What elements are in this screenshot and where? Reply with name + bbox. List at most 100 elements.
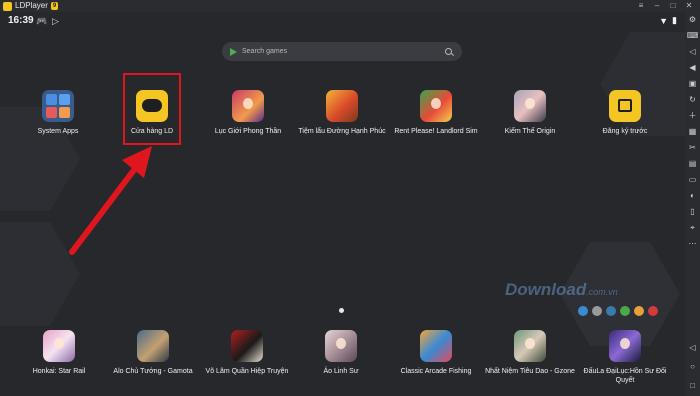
recents-icon[interactable]: □ bbox=[685, 380, 700, 392]
app-ao-linh-su[interactable]: Ảo Linh Sư bbox=[296, 330, 386, 376]
title-bar: LDPlayer 9 ≡ – □ ✕ bbox=[0, 0, 700, 12]
app-label: Nhất Niệm Tiêu Dao - Gzone bbox=[485, 368, 575, 375]
emulator-toolbar: ⚙ ⌨ ◁ ◀ ▣ ↻ ＋ ▦ ✂ ▤ ▭ ◐ ▯ ⌖ ⋯ ◁ ○ □ bbox=[685, 12, 700, 396]
game-icon bbox=[325, 330, 357, 362]
window-controls: ≡ – □ ✕ bbox=[636, 0, 694, 12]
maximize-icon[interactable]: □ bbox=[668, 0, 678, 12]
clock: 16:39 bbox=[8, 15, 34, 26]
watermark-dot bbox=[620, 306, 630, 316]
screen-icon[interactable]: ▣ bbox=[685, 78, 700, 90]
page-indicator bbox=[339, 308, 344, 313]
system-apps-icon bbox=[42, 90, 74, 122]
play-store-icon bbox=[230, 47, 237, 56]
wifi-icon: ▼ bbox=[659, 15, 669, 26]
app-nhat-niem-tieu-dao[interactable]: Nhất Niệm Tiêu Dao - Gzone bbox=[485, 330, 575, 376]
close-icon[interactable]: ✕ bbox=[684, 0, 694, 12]
game-icon bbox=[326, 90, 358, 122]
game-icon bbox=[231, 330, 263, 362]
game-art bbox=[336, 338, 346, 349]
operation-icon[interactable]: ◐ bbox=[685, 190, 700, 202]
back-icon[interactable]: ◁ bbox=[685, 342, 700, 354]
game-icon bbox=[137, 330, 169, 362]
battery-icon: ▮ bbox=[672, 15, 677, 25]
sync-icon[interactable]: ▭ bbox=[685, 174, 700, 186]
scissors-icon[interactable]: ✂ bbox=[685, 142, 700, 154]
window-title: LDPlayer bbox=[15, 1, 48, 10]
game-icon bbox=[420, 90, 452, 122]
volume-up-icon[interactable]: ◁ bbox=[685, 46, 700, 58]
watermark-dots bbox=[578, 306, 658, 316]
game-art bbox=[243, 98, 253, 109]
game-art bbox=[54, 338, 64, 349]
gamepad-icon: 🎮 bbox=[36, 16, 48, 26]
game-icon bbox=[43, 330, 75, 362]
app-label: Alo Chủ Tướng - Gamota bbox=[113, 368, 193, 375]
app-label: Ảo Linh Sư bbox=[323, 368, 359, 375]
app-dau-la-dai-luc[interactable]: ĐấuLa ĐạiLục:Hồn Sư Đối Quyết bbox=[580, 330, 670, 385]
watermark-suffix: .com.vn bbox=[586, 287, 618, 297]
calendar-body bbox=[618, 99, 632, 112]
game-icon bbox=[609, 330, 641, 362]
app-classic-arcade-fishing[interactable]: Classic Arcade Fishing bbox=[391, 330, 481, 376]
game-art bbox=[431, 98, 441, 109]
calendar-icon bbox=[609, 90, 641, 122]
app-vo-lam-quan-hiep[interactable]: Võ Lâm Quần Hiệp Truyện bbox=[202, 330, 292, 376]
settings-icon[interactable]: ⚙ bbox=[685, 14, 700, 26]
game-art bbox=[620, 338, 630, 349]
app-label: System Apps bbox=[37, 128, 79, 135]
more-icon[interactable]: ⋯ bbox=[685, 238, 700, 250]
version-badge: 9 bbox=[50, 2, 59, 10]
app-tiem-lau[interactable]: Tiệm lẩu Đường Hạnh Phúc bbox=[297, 90, 387, 136]
app-label: Đăng ký trước bbox=[602, 128, 648, 135]
play-store-icon: ▷ bbox=[52, 16, 59, 26]
app-honkai-star-rail[interactable]: Honkai: Star Rail bbox=[14, 330, 104, 376]
game-icon bbox=[514, 330, 546, 362]
app-label: Võ Lâm Quần Hiệp Truyện bbox=[205, 368, 289, 375]
keyboard-icon[interactable]: ⌨ bbox=[685, 30, 700, 42]
app-rent-please[interactable]: Rent Please! Landlord Sim bbox=[391, 90, 481, 136]
app-kiem-the-origin[interactable]: Kiếm Thế Origin bbox=[485, 90, 575, 136]
rotate-icon[interactable]: ↻ bbox=[685, 94, 700, 106]
app-alo-chu-tuong[interactable]: Alo Chủ Tướng - Gamota bbox=[108, 330, 198, 376]
app-label: Lục Giới Phong Thần bbox=[214, 128, 282, 135]
watermark-text: Download bbox=[505, 280, 587, 299]
app-label: ĐấuLa ĐạiLục:Hồn Sư Đối Quyết bbox=[583, 368, 667, 384]
search-bar[interactable]: Search games bbox=[222, 42, 462, 61]
watermark: Download.com.vn bbox=[505, 280, 618, 300]
app-label: Honkai: Star Rail bbox=[32, 368, 86, 375]
app-pre-register[interactable]: Đăng ký trước bbox=[580, 90, 670, 136]
menu-icon[interactable]: ≡ bbox=[636, 0, 646, 12]
minimize-icon[interactable]: – bbox=[652, 0, 662, 12]
app-label: Kiếm Thế Origin bbox=[504, 128, 556, 135]
ldplayer-logo-icon bbox=[3, 1, 12, 11]
watermark-dot bbox=[606, 306, 616, 316]
search-placeholder: Search games bbox=[242, 48, 288, 55]
game-icon bbox=[514, 90, 546, 122]
search-icon[interactable] bbox=[445, 48, 452, 55]
app-label: Tiệm lẩu Đường Hạnh Phúc bbox=[298, 128, 386, 135]
app-system-apps[interactable]: System Apps bbox=[13, 90, 103, 136]
status-bar: 16:39 🎮 ▷ ▼ ▮ bbox=[0, 12, 685, 30]
game-art bbox=[525, 98, 535, 109]
game-art bbox=[525, 338, 535, 349]
game-icon bbox=[420, 330, 452, 362]
home-icon[interactable]: ○ bbox=[685, 361, 700, 373]
watermark-dot bbox=[578, 306, 588, 316]
watermark-dot bbox=[592, 306, 602, 316]
resolution-icon[interactable]: ▤ bbox=[685, 158, 700, 170]
ldplayer-window: LDPlayer 9 ≡ – □ ✕ 16:39 🎮 ▷ ▼ ▮ Search … bbox=[0, 0, 700, 396]
highlight-box bbox=[123, 73, 181, 145]
location-icon[interactable]: ⌖ bbox=[685, 222, 700, 234]
shake-icon[interactable]: ▯ bbox=[685, 206, 700, 218]
pointer-arrow-icon bbox=[69, 146, 152, 255]
app-label: Rent Please! Landlord Sim bbox=[394, 128, 478, 135]
watermark-dot bbox=[634, 306, 644, 316]
status-right: ▼ ▮ bbox=[659, 15, 677, 26]
game-icon bbox=[232, 90, 264, 122]
volume-down-icon[interactable]: ◀ bbox=[685, 62, 700, 74]
watermark-dot bbox=[648, 306, 658, 316]
add-apk-icon[interactable]: ＋ bbox=[685, 110, 700, 122]
app-luc-gioi-phong-than[interactable]: Lục Giới Phong Thần bbox=[203, 90, 293, 136]
record-icon[interactable]: ▦ bbox=[685, 126, 700, 138]
app-label: Classic Arcade Fishing bbox=[400, 368, 472, 375]
